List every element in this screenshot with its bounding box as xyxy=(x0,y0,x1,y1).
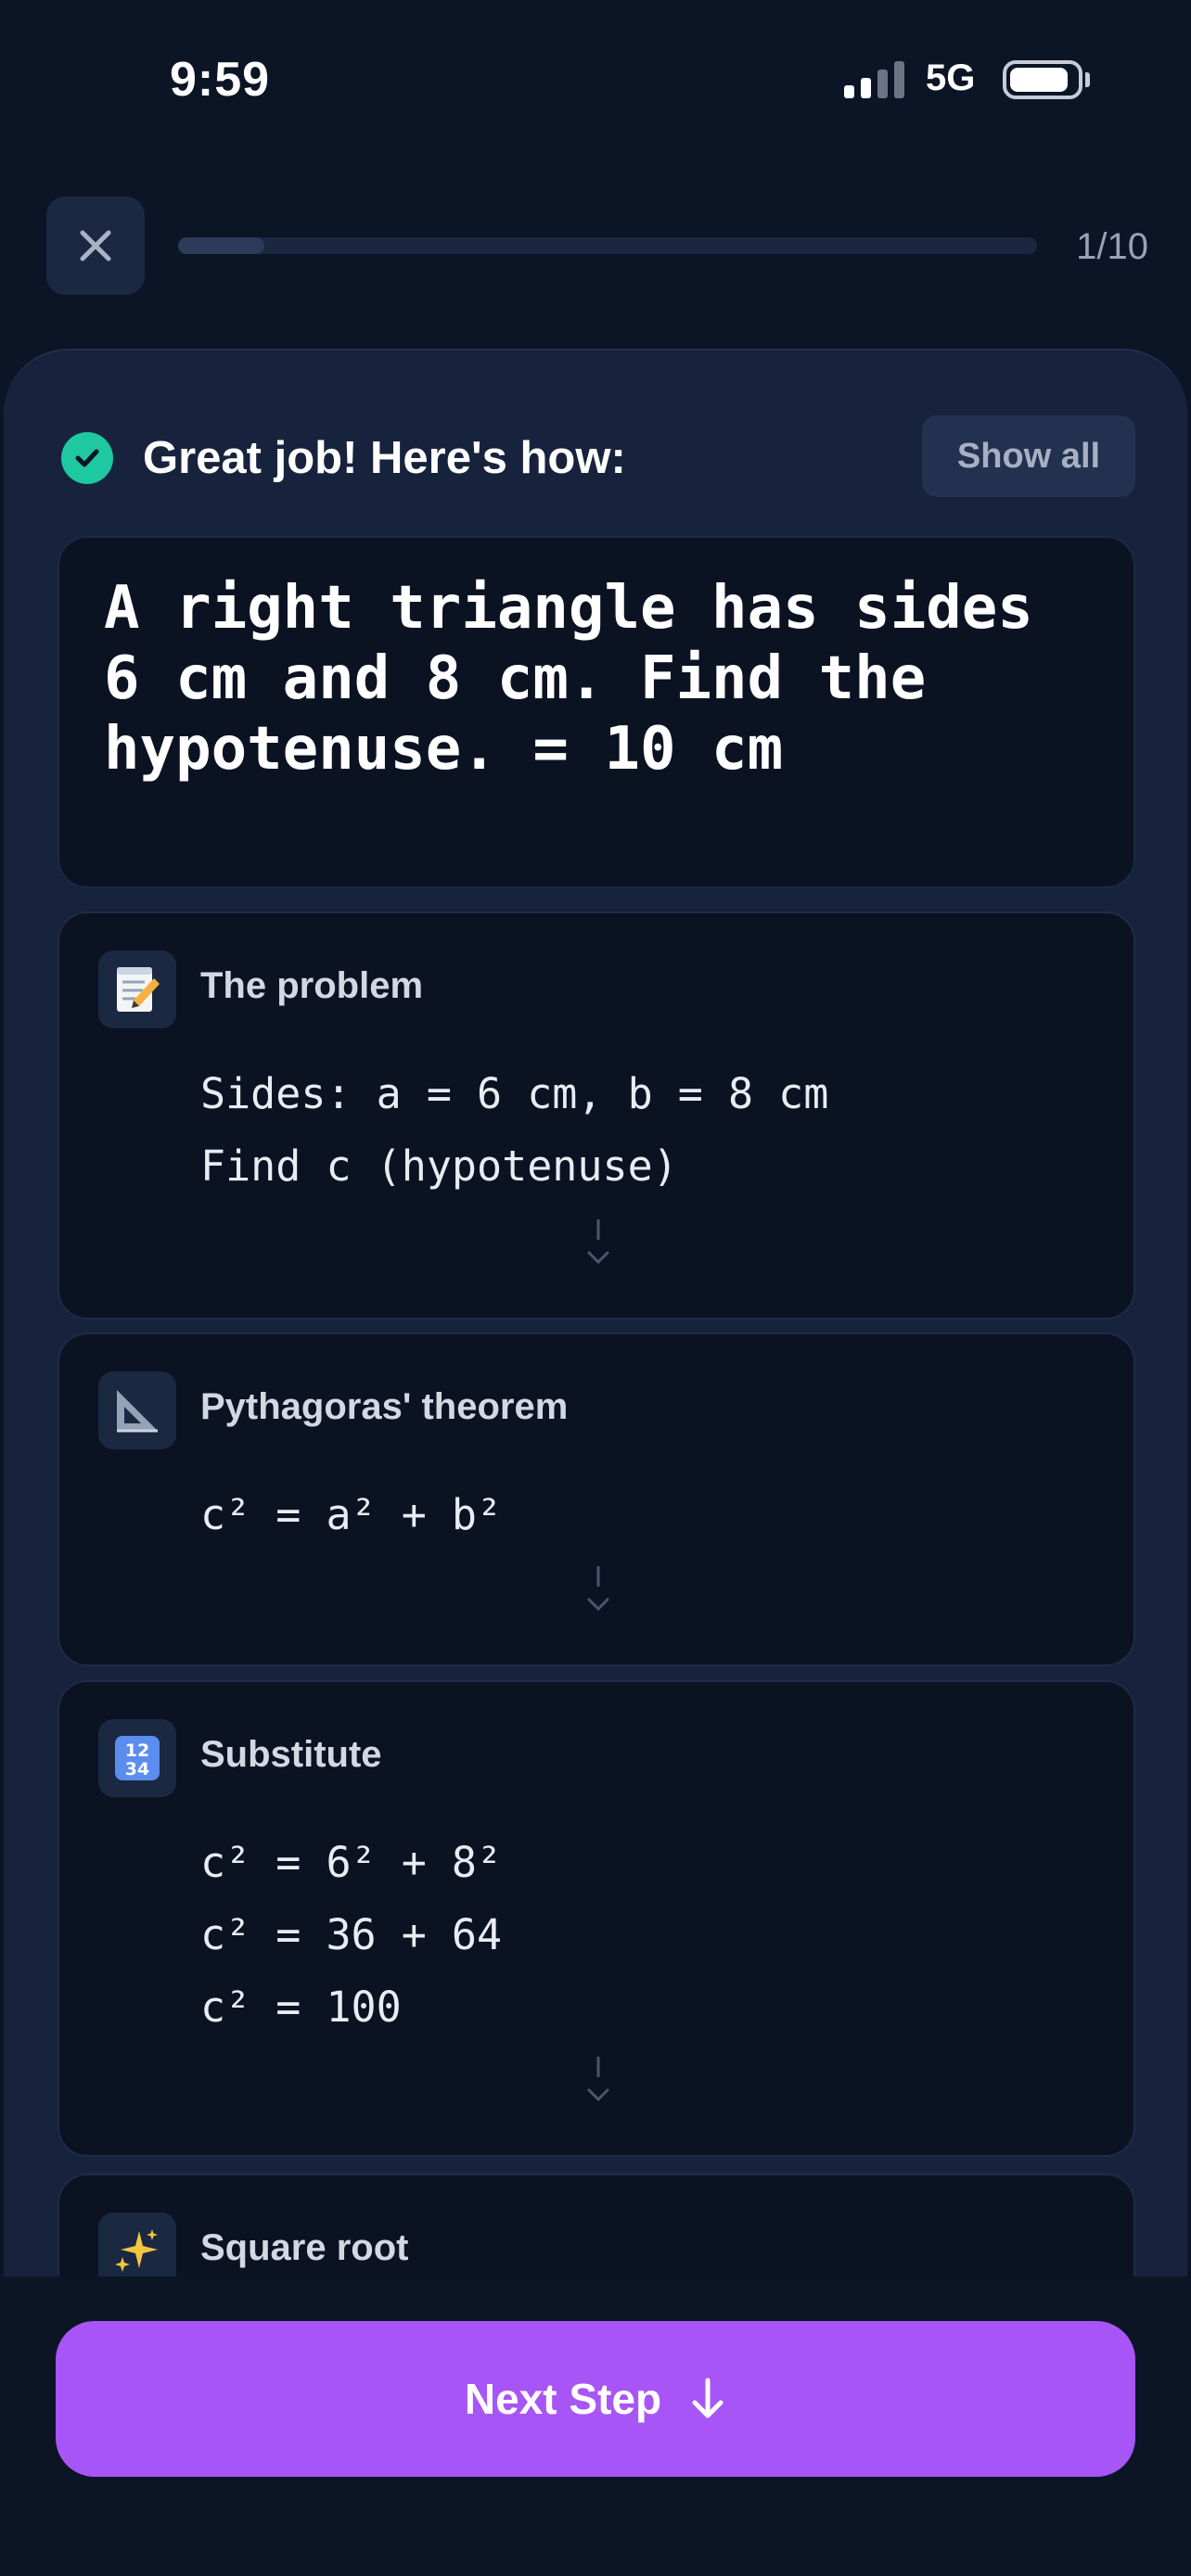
step-title: Square root xyxy=(200,2227,409,2268)
step-content: Sides: a = 6 cm, b = 8 cm Find c (hypote… xyxy=(200,1058,828,1203)
memo-icon xyxy=(98,950,176,1028)
step-card-square-root: Square root xyxy=(58,2174,1135,2277)
show-all-button[interactable]: Show all xyxy=(922,415,1135,497)
step-content: c² = a² + b² xyxy=(200,1479,502,1551)
check-circle-icon xyxy=(61,432,113,484)
cellular-signal-icon xyxy=(844,61,905,98)
progress-bar xyxy=(178,237,1037,254)
answer-card: A right triangle has sides 6 cm and 8 cm… xyxy=(58,536,1135,888)
progress-counter: 1/10 xyxy=(1076,226,1148,267)
triangular-ruler-icon xyxy=(98,1371,176,1449)
next-step-label: Next Step xyxy=(464,2375,662,2423)
solution-sheet: Great job! Here's how: Show all A right … xyxy=(4,349,1187,2277)
connector-arrow-icon xyxy=(587,1219,609,1265)
svg-text:12: 12 xyxy=(125,1741,149,1761)
sparkles-icon xyxy=(98,2213,176,2277)
step-line: c² = 100 xyxy=(200,1983,402,2032)
step-line: c² = 36 + 64 xyxy=(200,1910,503,1959)
footer: Next Step xyxy=(0,2276,1191,2576)
success-row: Great job! Here's how: xyxy=(61,430,626,486)
step-title: Substitute xyxy=(200,1734,382,1775)
step-card-substitute: 12 34 Substitute c² = 6² + 8² c² = 36 + … xyxy=(58,1680,1135,2157)
next-step-button[interactable]: Next Step xyxy=(56,2321,1135,2477)
step-content: c² = 6² + 8² c² = 36 + 64 c² = 100 xyxy=(200,1827,502,2044)
battery-icon xyxy=(1003,60,1082,99)
step-card-problem: The problem Sides: a = 6 cm, b = 8 cm Fi… xyxy=(58,912,1135,1320)
connector-arrow-icon xyxy=(587,2057,609,2102)
step-card-theorem: Pythagoras' theorem c² = a² + b² xyxy=(58,1333,1135,1666)
close-icon xyxy=(80,230,111,261)
network-type: 5G xyxy=(926,57,976,98)
close-button[interactable] xyxy=(46,197,145,295)
progress-bar-fill xyxy=(178,237,264,254)
success-message: Great job! Here's how: xyxy=(143,433,626,483)
step-line: Find c (hypotenuse) xyxy=(200,1141,678,1191)
step-line: c² = a² + b² xyxy=(200,1490,503,1539)
numbers-input-icon: 12 34 xyxy=(98,1719,176,1797)
svg-text:34: 34 xyxy=(125,1759,149,1779)
status-time: 9:59 xyxy=(170,53,271,107)
battery-nub xyxy=(1085,72,1090,87)
step-line: c² = 6² + 8² xyxy=(200,1838,503,1887)
arrow-down-icon xyxy=(692,2378,724,2418)
step-title: The problem xyxy=(200,965,424,1006)
status-bar: 9:59 5G xyxy=(0,0,1191,162)
answer-text: A right triangle has sides 6 cm and 8 cm… xyxy=(104,574,1069,784)
step-title: Pythagoras' theorem xyxy=(200,1386,569,1427)
step-line: Sides: a = 6 cm, b = 8 cm xyxy=(200,1069,829,1118)
connector-arrow-icon xyxy=(587,1566,609,1612)
app-screen: 9:59 5G 1/10 Great job! Here's how: Show… xyxy=(0,0,1191,2576)
